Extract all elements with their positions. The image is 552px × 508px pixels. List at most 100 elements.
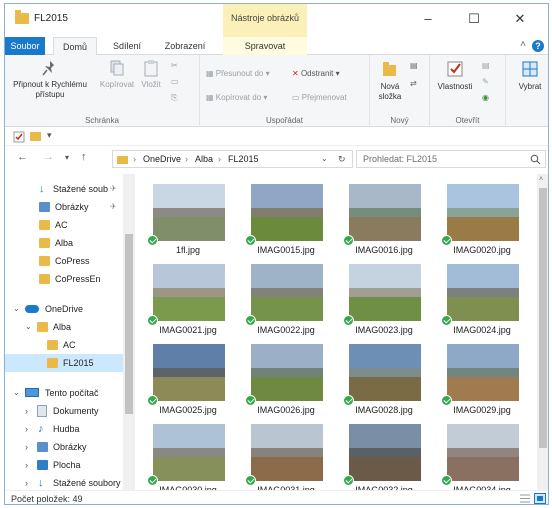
- file-item[interactable]: IMAG0020.jpg: [437, 178, 527, 264]
- nav-item-pictures-pc[interactable]: › Obrázky: [5, 438, 123, 456]
- address-bar[interactable]: › OneDrive › Alba › FL2015 ⌄ ↻: [112, 150, 353, 168]
- up-arrow-icon[interactable]: ↑: [81, 151, 87, 163]
- minimize-button[interactable]: –: [411, 9, 445, 29]
- file-thumbnail[interactable]: [251, 424, 323, 481]
- nav-item-music[interactable]: › ♪ Hudba: [5, 420, 123, 438]
- file-thumbnail[interactable]: [349, 344, 421, 401]
- file-thumbnail[interactable]: [251, 184, 323, 241]
- chevron-right-icon[interactable]: ›: [25, 438, 28, 456]
- tab-home[interactable]: Domů: [53, 37, 97, 56]
- file-thumbnail[interactable]: [447, 424, 519, 481]
- details-view-icon[interactable]: [519, 493, 531, 504]
- copy-button[interactable]: Kopírovat: [99, 59, 135, 90]
- close-button[interactable]: ✕: [503, 9, 537, 29]
- search-icon[interactable]: [530, 154, 541, 165]
- tab-file[interactable]: Soubor: [5, 37, 45, 55]
- file-item[interactable]: IMAG0030.jpg: [143, 418, 233, 490]
- file-item[interactable]: 1fl.jpg: [143, 178, 233, 264]
- history-icon[interactable]: ◉: [482, 93, 489, 102]
- nav-item-downloads[interactable]: ↓ Stažené soub ✈: [5, 180, 123, 198]
- nav-item-downloads-pc[interactable]: › ↓ Stažené soubory: [5, 474, 123, 490]
- delete-button[interactable]: ✕ Odstranit ▾: [292, 69, 340, 78]
- file-thumbnail[interactable]: [349, 424, 421, 481]
- nav-item-alba[interactable]: Alba: [5, 234, 123, 252]
- file-item[interactable]: IMAG0034.jpg: [437, 418, 527, 490]
- refresh-icon[interactable]: ↻: [338, 154, 346, 165]
- file-thumbnail[interactable]: [349, 184, 421, 241]
- file-item[interactable]: IMAG0015.jpg: [241, 178, 331, 264]
- content-scrollbar-thumb[interactable]: [539, 188, 547, 448]
- new-folder-button[interactable]: Nová složka: [372, 59, 408, 102]
- copy-to-button[interactable]: ▦ Kopírovat do ▾: [206, 93, 267, 102]
- open-icon[interactable]: ▤: [482, 61, 490, 70]
- nav-item-onedrive-alba[interactable]: ⌄ Alba: [5, 318, 123, 336]
- search-box[interactable]: Prohledat: FL2015: [356, 150, 546, 168]
- file-thumbnail[interactable]: [153, 264, 225, 321]
- move-to-button[interactable]: ▦ Přesunout do ▾: [206, 69, 270, 78]
- file-thumbnail[interactable]: [447, 264, 519, 321]
- file-item[interactable]: IMAG0026.jpg: [241, 338, 331, 424]
- nav-item-copressen[interactable]: CoPressEn: [5, 270, 123, 288]
- paste-button[interactable]: Vložit: [137, 59, 165, 90]
- tab-share[interactable]: Sdílení: [105, 37, 149, 55]
- back-arrow-icon[interactable]: ←: [17, 151, 28, 163]
- paste-shortcut-icon[interactable]: ⎘: [171, 93, 177, 103]
- file-item[interactable]: IMAG0024.jpg: [437, 258, 527, 344]
- chevron-right-icon[interactable]: ›: [25, 474, 28, 490]
- file-thumbnail[interactable]: [349, 264, 421, 321]
- file-item[interactable]: IMAG0029.jpg: [437, 338, 527, 424]
- nav-item-documents[interactable]: › Dokumenty: [5, 402, 123, 420]
- breadcrumb-onedrive[interactable]: OneDrive: [143, 154, 181, 164]
- chevron-right-icon[interactable]: ›: [25, 402, 28, 420]
- file-item[interactable]: IMAG0022.jpg: [241, 258, 331, 344]
- nav-item-onedrive-ac[interactable]: AC: [5, 336, 123, 354]
- edit-icon[interactable]: ✎: [482, 77, 489, 86]
- copy-path-icon[interactable]: ▭: [171, 77, 179, 86]
- nav-item-desktop[interactable]: › Plocha: [5, 456, 123, 474]
- recent-locations-icon[interactable]: ▾: [65, 153, 69, 162]
- chevron-right-icon[interactable]: ›: [25, 420, 28, 438]
- file-item[interactable]: IMAG0023.jpg: [339, 258, 429, 344]
- breadcrumb-alba[interactable]: Alba: [195, 154, 213, 164]
- file-thumbnail[interactable]: [153, 424, 225, 481]
- file-item[interactable]: IMAG0031.jpg: [241, 418, 331, 490]
- large-icons-view-icon[interactable]: [534, 493, 546, 504]
- properties-qat-icon[interactable]: [13, 131, 25, 143]
- pin-quick-access-button[interactable]: Připnout k Rychlému přístupu: [9, 59, 91, 100]
- customize-qat-icon[interactable]: ▾: [47, 130, 52, 141]
- nav-item-this-pc[interactable]: ⌄ Tento počítač: [5, 384, 123, 402]
- nav-item-onedrive[interactable]: ⌄ OneDrive: [5, 300, 123, 318]
- file-item[interactable]: IMAG0025.jpg: [143, 338, 233, 424]
- cut-icon[interactable]: ✂: [171, 61, 178, 70]
- search-input[interactable]: Prohledat: FL2015: [363, 154, 437, 164]
- file-thumbnail[interactable]: [447, 184, 519, 241]
- file-thumbnail[interactable]: [251, 344, 323, 401]
- help-icon[interactable]: ?: [532, 40, 544, 52]
- file-thumbnail[interactable]: [251, 264, 323, 321]
- properties-button[interactable]: Vlastnosti: [434, 59, 476, 92]
- tab-manage[interactable]: Spravovat: [223, 37, 307, 55]
- nav-item-pictures[interactable]: Obrázky ✈: [5, 198, 123, 216]
- file-thumbnail[interactable]: [153, 344, 225, 401]
- file-thumbnail[interactable]: [153, 184, 225, 241]
- file-item[interactable]: IMAG0032.jpg: [339, 418, 429, 490]
- file-item[interactable]: IMAG0021.jpg: [143, 258, 233, 344]
- easy-access-icon[interactable]: ⇄: [410, 79, 417, 88]
- scroll-up-icon[interactable]: ˄: [539, 176, 543, 183]
- nav-item-ac[interactable]: AC: [5, 216, 123, 234]
- address-dropdown-icon[interactable]: ⌄: [321, 154, 328, 163]
- forward-arrow-icon[interactable]: →: [43, 151, 54, 163]
- navigation-scrollbar-thumb[interactable]: [125, 234, 133, 414]
- navigation-scrollbar[interactable]: [123, 174, 135, 490]
- maximize-button[interactable]: ☐: [457, 9, 491, 29]
- file-item[interactable]: IMAG0028.jpg: [339, 338, 429, 424]
- chevron-down-icon[interactable]: ⌄: [13, 384, 20, 402]
- breadcrumb-fl2015[interactable]: FL2015: [228, 154, 259, 164]
- rename-button[interactable]: ▭ Přejmenovat: [292, 93, 347, 102]
- content-scrollbar[interactable]: ˄: [537, 174, 548, 490]
- select-button[interactable]: Vybrat: [514, 59, 546, 92]
- new-folder-qat-icon[interactable]: [30, 132, 41, 141]
- nav-item-copress[interactable]: CoPress: [5, 252, 123, 270]
- new-item-icon[interactable]: ▤: [410, 61, 418, 70]
- nav-item-fl2015[interactable]: FL2015: [5, 354, 123, 372]
